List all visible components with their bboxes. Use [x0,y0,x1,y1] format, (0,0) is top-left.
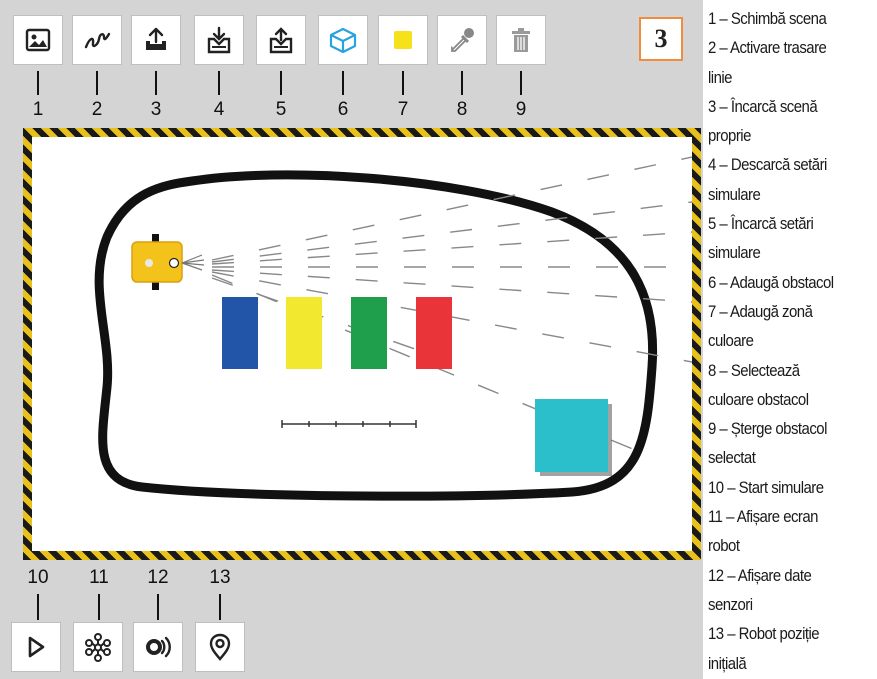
legend-line: robot [708,536,740,556]
red-color-zone [416,297,452,369]
color-square-icon [394,31,412,49]
callout-number: 4 [213,99,225,120]
legend-line: culoare obstacol [708,389,809,409]
simulator-stage: 1 2 3 4 5 6 7 8 9 3 10 11 12 13 [0,0,703,679]
legend-line: 4 – Descarcă setări [708,155,827,175]
upload-settings-button[interactable] [256,15,306,65]
callout-number: 9 [515,99,527,120]
legend-line: 2 – Activare trasare [708,38,827,58]
legend-line: 11 – Afișare ecran [708,507,819,527]
scene-canvas [94,156,692,501]
legend-line: simulare [708,184,761,204]
callout-line [280,71,282,95]
figure-badge: 3 [639,17,683,61]
legend-line: 3 – Încarcă scenă [708,96,818,116]
callout-number: 12 [147,567,169,588]
legend-line: 9 – Șterge obstacol [708,419,827,439]
callout-line [219,594,221,620]
select-color-button[interactable] [437,15,487,65]
distance-ruler [281,420,417,428]
callout-line [96,71,98,95]
legend-line: 7 – Adaugă zonă [708,301,813,321]
callout-number: 13 [209,567,231,588]
legend-line: senzori [708,594,753,614]
callout-line [520,71,522,95]
legend-line: 8 – Selectează [708,360,800,380]
callout-number: 7 [397,99,409,120]
play-icon [28,636,45,658]
legend-panel: 1 – Schimbă scena 2 – Activare trasare l… [703,0,877,679]
callout-number: 2 [91,99,103,120]
legend-line: 10 – Start simulare [708,477,824,497]
callout-line [155,71,157,95]
upload-settings-icon [269,27,293,54]
green-color-zone [351,297,387,369]
callout-line [342,71,344,95]
legend-line: proprie [708,126,751,146]
legend-line: selectat [708,448,756,468]
add-color-zone-button[interactable] [378,15,428,65]
legend-line: culoare [708,331,754,351]
delete-obstacle-button[interactable] [496,15,546,65]
robot [131,234,183,290]
start-simulation-button[interactable] [11,622,61,672]
callout-number: 1 [32,99,44,120]
robot-screen-button[interactable] [73,622,123,672]
legend-line: linie [708,67,733,87]
callout-number: 10 [27,567,49,588]
cube-icon [329,27,357,54]
callout-line [37,71,39,95]
yellow-color-zone [286,297,322,369]
callout-line [218,71,220,95]
callout-number: 5 [275,99,287,120]
network-icon [85,633,111,662]
simulation-arena[interactable] [23,128,701,560]
callout-line [461,71,463,95]
robot-initial-position-button[interactable] [195,622,245,672]
callout-number: 3 [150,99,162,120]
cyan-obstacle [535,399,608,472]
legend-line: 13 – Robot poziție [708,624,820,644]
blue-color-zone [222,297,258,369]
callout-line [37,594,39,620]
callout-line [98,594,100,620]
callout-line [402,71,404,95]
add-obstacle-button[interactable] [318,15,368,65]
callout-line [157,594,159,620]
legend-line: inițială [708,653,747,673]
legend-line: simulare [708,243,761,263]
legend-line: 1 – Schimbă scena [708,9,827,28]
download-settings-icon [207,26,231,54]
image-icon [25,28,51,52]
download-settings-button[interactable] [194,15,244,65]
trash-icon [512,28,530,52]
sensor-icon [146,636,171,658]
callout-number: 11 [89,567,109,588]
legend-line: 6 – Adaugă obstacol [708,272,834,292]
arena-floor[interactable] [32,137,692,551]
sensor-data-button[interactable] [133,622,183,672]
change-scene-button[interactable] [13,15,63,65]
upload-scene-button[interactable] [131,15,181,65]
legend-line: 12 – Afișare date [708,565,812,585]
eyedropper-icon [451,28,474,52]
line-trace-icon [84,32,111,49]
callout-number: 6 [337,99,349,120]
robot-front-sensors [181,254,205,271]
location-pin-icon [209,633,231,661]
line-trace-button[interactable] [72,15,122,65]
legend-line: 5 – Încarcă setări [708,214,814,234]
upload-scene-icon [146,27,166,50]
callout-number: 8 [456,99,468,120]
